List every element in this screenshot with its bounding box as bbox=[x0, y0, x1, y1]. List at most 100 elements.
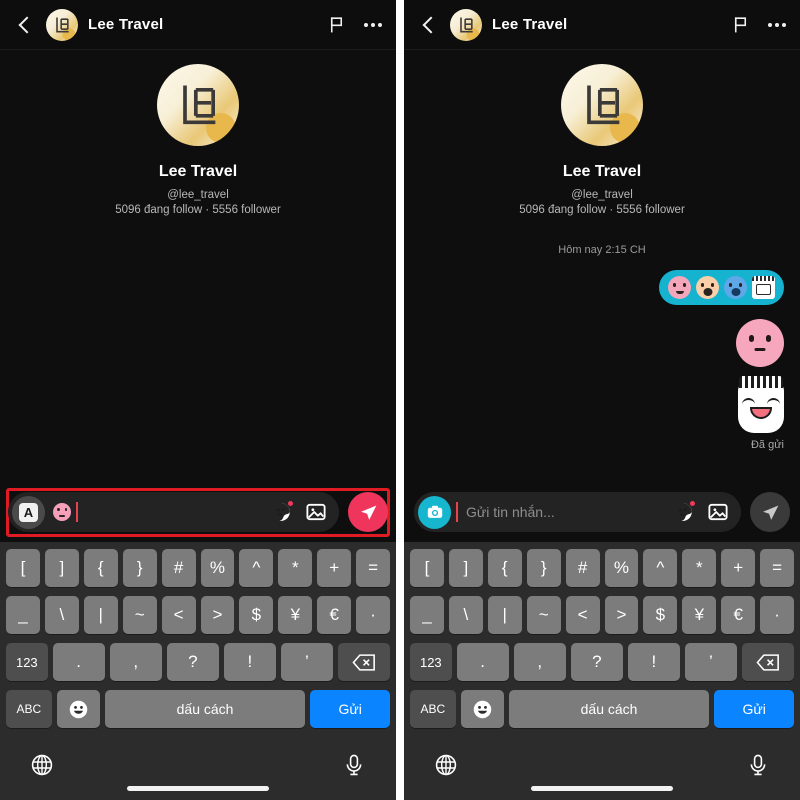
sticker-icon[interactable] bbox=[270, 500, 294, 523]
key-backslash[interactable]: \ bbox=[44, 596, 79, 634]
keyboard-row-1: [ ] { } # % ^ * + = bbox=[3, 549, 393, 587]
key-abc[interactable]: ABC bbox=[410, 690, 456, 728]
key-plus[interactable]: + bbox=[317, 549, 352, 587]
key-caret[interactable]: ^ bbox=[643, 549, 678, 587]
backspace-icon[interactable] bbox=[337, 643, 391, 681]
key-comma[interactable]: , bbox=[109, 643, 162, 681]
key-bracket-close[interactable]: ] bbox=[44, 549, 79, 587]
key-percent[interactable]: % bbox=[200, 549, 235, 587]
key-less-than[interactable]: < bbox=[565, 596, 600, 634]
microphone-icon[interactable] bbox=[342, 753, 366, 782]
key-middot[interactable]: · bbox=[356, 596, 391, 634]
text-style-a-button[interactable]: A bbox=[12, 495, 45, 529]
microphone-icon[interactable] bbox=[746, 753, 770, 782]
profile-avatar[interactable] bbox=[157, 64, 239, 146]
key-pipe[interactable]: | bbox=[83, 596, 118, 634]
key-brace-close[interactable]: } bbox=[526, 549, 561, 587]
key-yen[interactable]: ¥ bbox=[278, 596, 313, 634]
sticker-icon[interactable] bbox=[672, 500, 696, 523]
key-asterisk[interactable]: * bbox=[682, 549, 717, 587]
avatar[interactable] bbox=[46, 8, 78, 41]
key-underscore[interactable]: _ bbox=[6, 596, 40, 634]
key-caret[interactable]: ^ bbox=[239, 549, 274, 587]
key-send[interactable]: Gửi bbox=[310, 690, 390, 728]
key-hash[interactable]: # bbox=[161, 549, 196, 587]
key-tilde[interactable]: ~ bbox=[122, 596, 157, 634]
key-apostrophe[interactable]: ’ bbox=[684, 643, 737, 681]
key-bracket-close[interactable]: ] bbox=[448, 549, 483, 587]
key-dollar[interactable]: $ bbox=[643, 596, 678, 634]
key-abc[interactable]: ABC bbox=[6, 690, 52, 728]
globe-icon[interactable] bbox=[30, 753, 54, 782]
key-underscore[interactable]: _ bbox=[410, 596, 444, 634]
key-numbers[interactable]: 123 bbox=[6, 643, 48, 681]
keyboard-row-4: ABC dấu cách Gửi bbox=[407, 690, 797, 728]
key-send[interactable]: Gửi bbox=[714, 690, 794, 728]
emoji-smiley-icon[interactable] bbox=[460, 690, 504, 728]
key-period[interactable]: . bbox=[52, 643, 105, 681]
emoji-smiley-icon[interactable] bbox=[56, 690, 100, 728]
profile-avatar[interactable] bbox=[561, 64, 643, 146]
message-input[interactable]: Gửi tin nhắn... bbox=[414, 492, 741, 532]
key-hash[interactable]: # bbox=[565, 549, 600, 587]
keyboard-row-1: [ ] { } # % ^ * + = bbox=[407, 549, 797, 587]
key-numbers[interactable]: 123 bbox=[410, 643, 452, 681]
image-icon[interactable] bbox=[707, 501, 729, 523]
key-euro[interactable]: € bbox=[721, 596, 756, 634]
key-comma[interactable]: , bbox=[513, 643, 566, 681]
key-euro[interactable]: € bbox=[317, 596, 352, 634]
camera-button[interactable] bbox=[418, 495, 451, 529]
key-space[interactable]: dấu cách bbox=[508, 690, 710, 728]
key-question[interactable]: ? bbox=[570, 643, 623, 681]
more-dots-icon[interactable] bbox=[768, 22, 786, 27]
home-indicator bbox=[531, 786, 673, 791]
text-cursor bbox=[456, 502, 458, 522]
key-bracket-open[interactable]: [ bbox=[6, 549, 40, 587]
message-thread: Hôm nay 2:15 CH Đã gửi bbox=[404, 244, 800, 451]
backspace-icon[interactable] bbox=[741, 643, 795, 681]
white-cat-smile-sticker[interactable] bbox=[738, 376, 784, 433]
key-plus[interactable]: + bbox=[721, 549, 756, 587]
key-question[interactable]: ? bbox=[166, 643, 219, 681]
key-equals[interactable]: = bbox=[760, 549, 795, 587]
key-exclamation[interactable]: ! bbox=[627, 643, 680, 681]
send-button[interactable] bbox=[750, 492, 790, 532]
key-yen[interactable]: ¥ bbox=[682, 596, 717, 634]
more-dots-icon[interactable] bbox=[364, 22, 382, 27]
key-dollar[interactable]: $ bbox=[239, 596, 274, 634]
page-title: Lee Travel bbox=[492, 16, 568, 33]
key-middot[interactable]: · bbox=[760, 596, 795, 634]
avatar[interactable] bbox=[450, 8, 482, 41]
key-pipe[interactable]: | bbox=[487, 596, 522, 634]
key-apostrophe[interactable]: ’ bbox=[280, 643, 333, 681]
pink-blank-face-sticker[interactable] bbox=[736, 319, 784, 367]
key-tilde[interactable]: ~ bbox=[526, 596, 561, 634]
key-bracket-open[interactable]: [ bbox=[410, 549, 444, 587]
key-backslash[interactable]: \ bbox=[448, 596, 483, 634]
key-greater-than[interactable]: > bbox=[604, 596, 639, 634]
emoji-bubble-message[interactable] bbox=[659, 270, 784, 305]
key-exclamation[interactable]: ! bbox=[223, 643, 276, 681]
send-button[interactable] bbox=[348, 492, 388, 532]
globe-icon[interactable] bbox=[434, 753, 458, 782]
flag-icon[interactable] bbox=[731, 15, 750, 34]
key-brace-close[interactable]: } bbox=[122, 549, 157, 587]
key-greater-than[interactable]: > bbox=[200, 596, 235, 634]
key-brace-open[interactable]: { bbox=[487, 549, 522, 587]
key-less-than[interactable]: < bbox=[161, 596, 196, 634]
flag-icon[interactable] bbox=[327, 15, 346, 34]
notification-dot bbox=[689, 500, 696, 507]
key-brace-open[interactable]: { bbox=[83, 549, 118, 587]
header-actions bbox=[327, 15, 382, 34]
image-icon[interactable] bbox=[305, 501, 327, 523]
key-equals[interactable]: = bbox=[356, 549, 391, 587]
key-asterisk[interactable]: * bbox=[278, 549, 313, 587]
profile-handle: @lee_travel bbox=[167, 189, 229, 201]
key-space[interactable]: dấu cách bbox=[104, 690, 306, 728]
key-period[interactable]: . bbox=[456, 643, 509, 681]
home-indicator bbox=[127, 786, 269, 791]
message-input[interactable]: A bbox=[8, 492, 339, 532]
key-percent[interactable]: % bbox=[604, 549, 639, 587]
back-chevron-icon[interactable] bbox=[14, 14, 36, 36]
back-chevron-icon[interactable] bbox=[418, 14, 440, 36]
